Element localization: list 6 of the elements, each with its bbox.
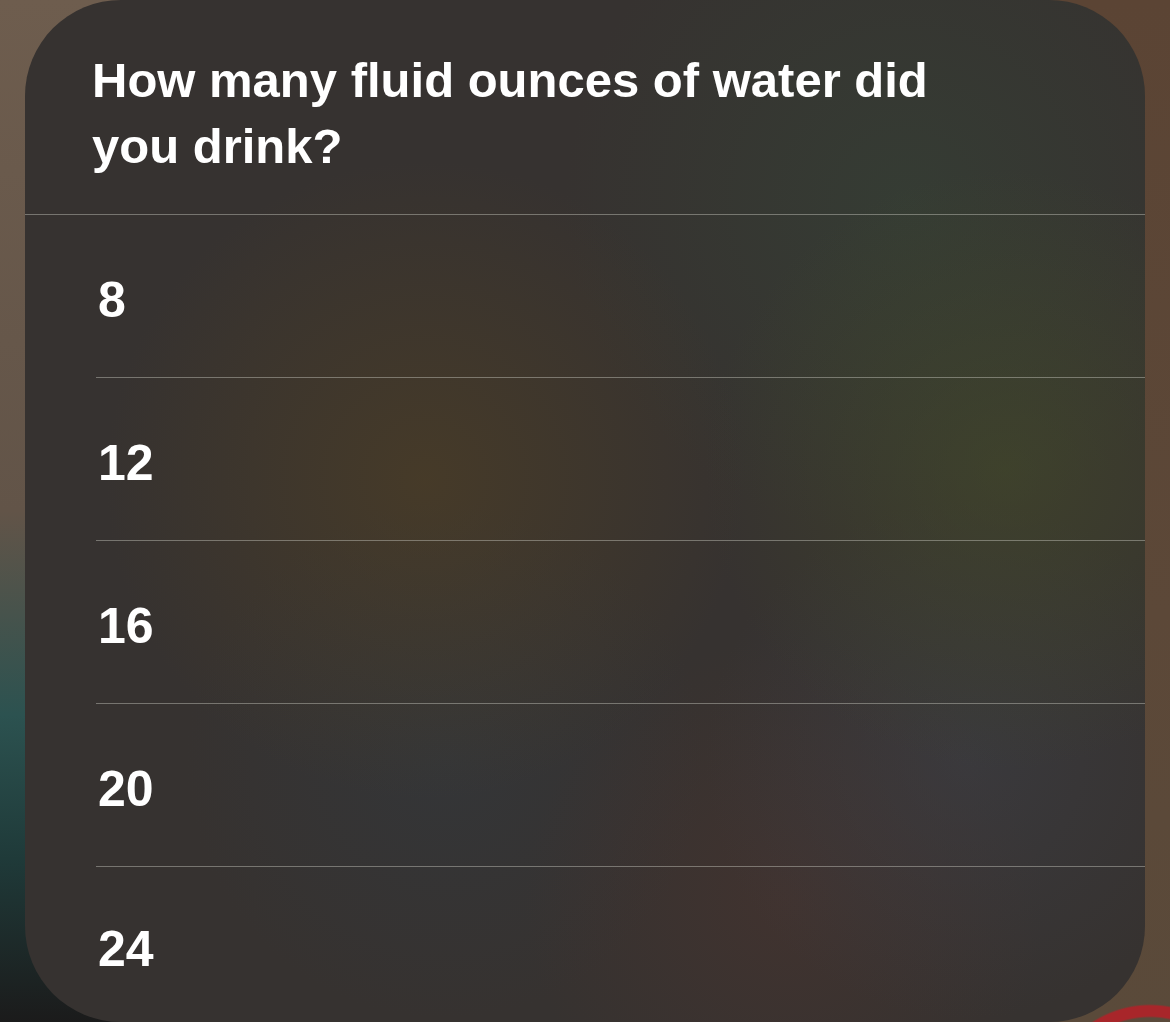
option-row[interactable]: 24 xyxy=(25,867,1145,1022)
option-row[interactable]: 16 xyxy=(25,541,1145,703)
question-title: How many fluid ounces of water did you drink? xyxy=(92,52,929,175)
option-row[interactable]: 12 xyxy=(25,378,1145,540)
option-row[interactable]: 20 xyxy=(25,704,1145,866)
option-row[interactable]: 8 xyxy=(25,215,1145,377)
